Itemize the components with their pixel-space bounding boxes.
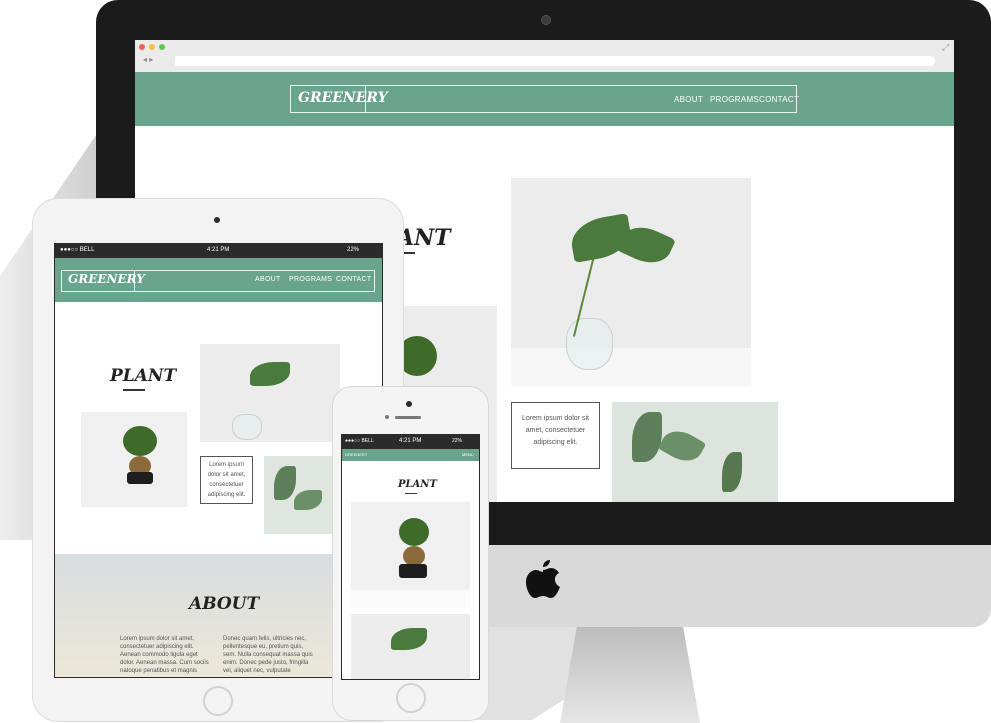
- nav-programs[interactable]: PROGRAMS: [710, 95, 759, 104]
- lorem-line: Lorem ipsum dolor sit: [522, 415, 589, 422]
- para-line: consectetuer adipiscing elit.: [120, 644, 194, 650]
- plant-heading: PLANT: [110, 366, 177, 386]
- menu-button[interactable]: MENU: [462, 452, 474, 457]
- lorem-line: consectetuer: [209, 482, 244, 488]
- site-logo[interactable]: GREENERY: [298, 90, 388, 106]
- heading-underline: [123, 389, 145, 391]
- monstera-photo: [511, 178, 751, 386]
- nav-about[interactable]: ABOUT: [674, 95, 703, 104]
- ipad-camera-icon: [214, 217, 220, 223]
- ipad-status-bar: ●●●○○ BELL 4:21 PM 22%: [55, 244, 382, 258]
- battery-label: 22%: [452, 438, 463, 444]
- lorem-box: Lorem ipsum dolor sit amet, consectetuer…: [200, 456, 253, 504]
- site-logo[interactable]: GREENERY: [68, 272, 145, 286]
- para-line: enim. Donec pede justo, fringilla: [223, 660, 309, 666]
- para-line: vel, aliquet nec, vulputate: [223, 668, 291, 674]
- back-forward-icon[interactable]: ◂ ▸: [143, 55, 153, 64]
- ipad-home-button[interactable]: [203, 686, 233, 716]
- heading-underline: [405, 493, 417, 494]
- carrier-label: ●●●○○ BELL: [345, 438, 374, 444]
- site-header: GREENERY ABOUT PROGRAMS CONTACT: [135, 72, 954, 126]
- iphone-camera-icon: [406, 401, 412, 407]
- iphone-site-header: GREENERY MENU: [342, 449, 479, 461]
- para-line: Aenean commodo ligula eget: [120, 652, 198, 658]
- about-heading: ABOUT: [189, 594, 260, 614]
- bonsai-photo: [351, 502, 470, 608]
- browser-toolbar: ◂ ▸ ⤢: [135, 40, 954, 72]
- para-line: Lorem ipsum dolor sit amet,: [120, 636, 195, 642]
- minimize-dot-icon[interactable]: [149, 44, 155, 50]
- about-paragraph-left: Lorem ipsum dolor sit amet, consectetuer…: [120, 635, 220, 675]
- iphone-status-bar: ●●●○○ BELL 4:21 PM 22%: [342, 435, 479, 449]
- lorem-line: amet, consectetuer: [525, 427, 586, 434]
- lorem-box: Lorem ipsum dolor sit amet, consectetuer…: [511, 402, 600, 469]
- iphone-screen: ●●●○○ BELL 4:21 PM 22% GREENERY MENU PLA…: [341, 434, 480, 680]
- rubber-plant-photo: [612, 402, 778, 502]
- monstera-photo: [351, 614, 470, 679]
- lorem-line: adipiscing elit.: [533, 439, 578, 446]
- imac-stand: [560, 627, 700, 723]
- camera-icon: [541, 15, 551, 25]
- battery-label: 22%: [347, 247, 360, 253]
- browser-search-field[interactable]: [780, 56, 935, 66]
- monstera-photo: [200, 344, 340, 442]
- bonsai-photo: [81, 412, 187, 507]
- para-line: Donec quam felis, ultricies nec,: [223, 636, 307, 642]
- plant-heading: ANT: [397, 225, 451, 251]
- para-line: dolor. Aenean massa. Cum sociis: [120, 660, 209, 666]
- para-line: sem. Nulla consequat massa quis: [223, 652, 313, 658]
- close-dot-icon[interactable]: [139, 44, 145, 50]
- address-bar[interactable]: [175, 56, 805, 66]
- maximize-dot-icon[interactable]: [159, 44, 165, 50]
- lorem-line: adipiscing elit.: [207, 492, 246, 498]
- ipad-site-header: GREENERY ABOUT PROGRAMS CONTACT: [55, 258, 382, 302]
- time-label: 4:21 PM: [399, 438, 422, 444]
- plant-heading: PLANT: [398, 479, 437, 490]
- fullscreen-icon[interactable]: ⤢: [942, 42, 949, 53]
- site-logo[interactable]: GREENERY: [345, 452, 367, 457]
- nav-contact[interactable]: CONTACT: [336, 276, 371, 283]
- lorem-line: dolor sit amet,: [207, 472, 246, 478]
- para-line: pellentesque eu, pretium quis,: [223, 644, 304, 650]
- carrier-label: ●●●○○ BELL: [60, 247, 95, 253]
- nav-contact[interactable]: CONTACT: [759, 95, 799, 104]
- iphone-sensor-icon: [385, 415, 389, 419]
- para-line: natoque penatibus et magnis: [120, 668, 198, 674]
- iphone-home-button[interactable]: [396, 683, 426, 713]
- nav-about[interactable]: ABOUT: [255, 276, 281, 283]
- nav-programs[interactable]: PROGRAMS: [289, 276, 332, 283]
- lorem-line: Lorem ipsum: [209, 462, 244, 468]
- apple-logo-icon: [526, 560, 560, 609]
- iphone-speaker-icon: [395, 416, 421, 419]
- time-label: 4:21 PM: [207, 247, 230, 253]
- about-paragraph-right: Donec quam felis, ultricies nec, pellent…: [223, 635, 333, 675]
